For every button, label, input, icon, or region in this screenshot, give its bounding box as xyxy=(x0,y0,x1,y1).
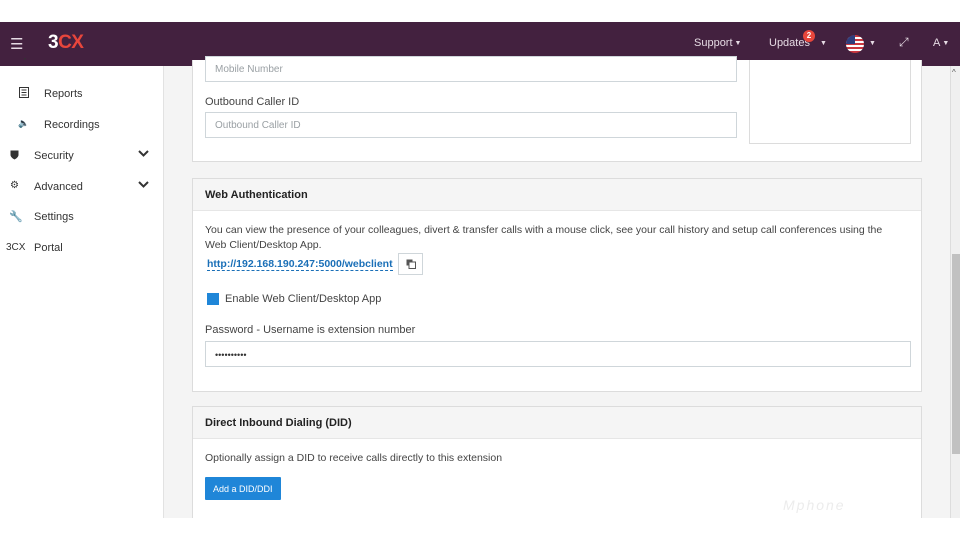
copy-icon xyxy=(406,259,416,269)
add-did-button[interactable]: Add a DID/DDI xyxy=(205,477,281,500)
3cx-icon: 3CX xyxy=(6,242,26,253)
support-menu[interactable]: Support ▼ xyxy=(694,37,741,49)
wrench-icon: 🔧 xyxy=(9,211,23,223)
copy-url-button[interactable] xyxy=(398,253,423,275)
sidebar-item-reports[interactable]: Reports xyxy=(0,83,164,105)
list-icon xyxy=(19,87,29,98)
main-content: Mobile Number Outbound Caller ID Outboun… xyxy=(164,56,950,518)
sidebar-item-settings[interactable]: 🔧 Settings xyxy=(0,206,164,228)
sidebar-item-portal[interactable]: 3CX Portal xyxy=(0,237,164,259)
hamburger-menu-icon[interactable]: ☰ xyxy=(10,35,23,53)
mobile-number-input[interactable]: Mobile Number xyxy=(205,56,737,82)
updates-menu[interactable]: Updates ▼ xyxy=(769,37,827,49)
updates-badge: 2 xyxy=(803,30,815,42)
scrollbar-thumb[interactable] xyxy=(952,254,960,454)
user-menu[interactable]: A ▼ xyxy=(933,37,949,49)
photo-box[interactable] xyxy=(749,60,911,144)
outbound-caller-id-input[interactable]: Outbound Caller ID xyxy=(205,112,737,138)
fullscreen-expand-icon[interactable]: ⤢ xyxy=(899,35,909,50)
caret-down-icon: ▼ xyxy=(819,39,827,47)
password-input[interactable]: •••••••••• xyxy=(205,341,911,367)
sidebar-item-advanced[interactable]: ⚙ Advanced xyxy=(0,176,164,198)
web-authentication-description: You can view the presence of your collea… xyxy=(205,224,883,251)
did-panel: Direct Inbound Dialing (DID) Optionally … xyxy=(192,406,922,518)
web-authentication-panel: Web Authentication You can view the pres… xyxy=(192,178,922,392)
outbound-caller-id-label: Outbound Caller ID xyxy=(205,96,300,108)
shield-icon xyxy=(10,150,19,160)
watermark-logo: Mphone xyxy=(783,497,846,513)
logo-3cx[interactable]: 3CX xyxy=(48,32,84,54)
vertical-scrollbar[interactable]: ^ xyxy=(950,66,960,518)
caret-down-icon: ▼ xyxy=(942,39,950,47)
phone-panel: Mobile Number Outbound Caller ID Outboun… xyxy=(192,56,922,162)
sidebar-item-security[interactable]: Security xyxy=(0,145,164,167)
webclient-url-link[interactable]: http://192.168.190.247:5000/webclient xyxy=(207,258,393,271)
us-flag-icon[interactable] xyxy=(846,35,864,53)
speaker-icon: 🔈 xyxy=(18,118,30,128)
chevron-down-icon[interactable] xyxy=(138,148,149,159)
partial-icon: ▼ xyxy=(20,58,30,63)
enable-webclient-checkbox[interactable] xyxy=(207,293,219,305)
chevron-down-icon[interactable] xyxy=(138,179,149,190)
scroll-up-arrow-icon[interactable]: ^ xyxy=(952,68,956,77)
sidebar: ▼ Reports 🔈 Recordings Security xyxy=(0,58,164,518)
password-label: Password - Username is extension number xyxy=(205,324,416,336)
app-window: ☰ 3CX Support▼ Updates▼ 2 ▼ ⤢ A▼ ▼ Repor… xyxy=(0,22,960,518)
caret-down-icon: ▼ xyxy=(869,39,876,47)
sidebar-item-cut: ▼ xyxy=(0,58,164,68)
gear-icon: ⚙ xyxy=(10,180,19,191)
caret-down-icon: ▼ xyxy=(734,39,742,47)
did-title: Direct Inbound Dialing (DID) xyxy=(193,407,921,439)
did-description: Optionally assign a DID to receive calls… xyxy=(205,452,503,464)
web-authentication-title: Web Authentication xyxy=(193,179,921,211)
language-caret[interactable]: ▼ xyxy=(867,37,876,49)
sidebar-item-recordings[interactable]: 🔈 Recordings xyxy=(0,114,164,136)
enable-webclient-label: Enable Web Client/Desktop App xyxy=(225,293,382,305)
